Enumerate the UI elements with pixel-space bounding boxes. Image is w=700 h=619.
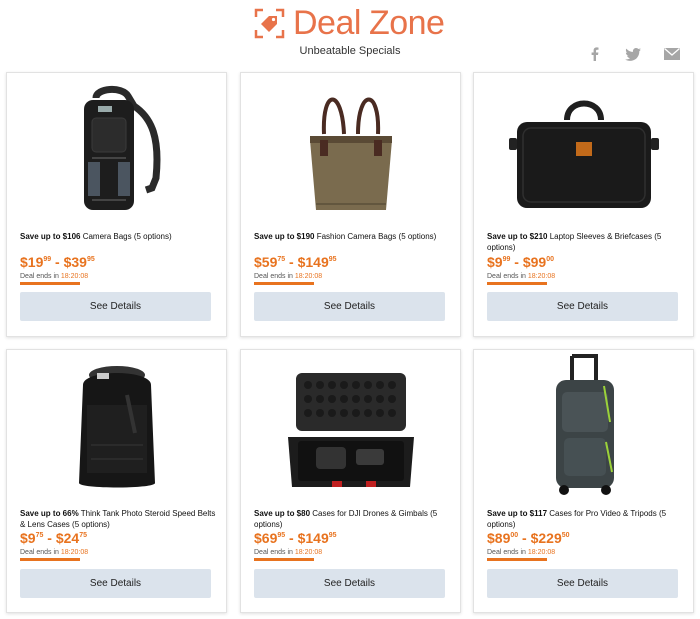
rolling-bag-image[interactable] (474, 350, 693, 500)
deal-savings: Save up to $80 (254, 509, 311, 518)
price-low-cents: 95 (277, 532, 286, 539)
hard-case-image[interactable] (241, 350, 460, 500)
price-low-cents: 00 (510, 532, 519, 539)
deal-title[interactable]: Save up to $117 Cases for Pro Video & Tr… (487, 508, 685, 530)
see-details-button[interactable]: See Details (254, 292, 445, 321)
deal-savings: Save up to 66% (20, 509, 79, 518)
countdown-time: 18:20:08 (60, 549, 89, 556)
camera-bag-image[interactable] (7, 73, 226, 223)
countdown-time: 18:20:08 (60, 273, 89, 280)
deal-countdown: Deal ends in 18:20:08 (487, 273, 555, 280)
countdown-time: 18:20:08 (294, 549, 323, 556)
price-high-cents: 95 (86, 256, 95, 263)
price-separator: - (518, 530, 531, 546)
countdown-label: Deal ends in (254, 549, 295, 556)
header: Deal Zone Unbeatable Specials (0, 0, 700, 70)
see-details-button[interactable]: See Details (487, 569, 678, 598)
price-high: $149 (297, 254, 329, 270)
tote-bag-image[interactable] (241, 73, 460, 223)
deal-card[interactable]: Save up to $190 Fashion Camera Bags (5 o… (240, 72, 461, 337)
deal-title[interactable]: Save up to 66% Think Tank Photo Steroid … (20, 508, 218, 530)
countdown-label: Deal ends in (20, 549, 61, 556)
deal-price: $8900 - $22950 (487, 530, 570, 546)
price-separator: - (51, 254, 64, 270)
see-details-button[interactable]: See Details (20, 292, 211, 321)
deal-savings: Save up to $106 (20, 232, 81, 241)
deal-name: Fashion Camera Bags (5 options) (314, 232, 437, 241)
countdown-time: 18:20:08 (294, 273, 323, 280)
deal-title[interactable]: Save up to $106 Camera Bags (5 options) (20, 231, 218, 242)
price-low: $89 (487, 530, 511, 546)
see-details-button[interactable]: See Details (254, 569, 445, 598)
price-separator: - (285, 254, 298, 270)
price-high-cents: 50 (561, 532, 570, 539)
price-low: $19 (20, 254, 44, 270)
price-high: $24 (55, 530, 80, 546)
price-high-cents: 00 (546, 256, 554, 263)
price-low-cents: 75 (277, 256, 286, 263)
mail-icon[interactable] (664, 46, 680, 62)
countdown-bar (20, 282, 80, 285)
deal-countdown: Deal ends in 18:20:08 (254, 273, 322, 280)
deal-price: $5975 - $14995 (254, 254, 337, 270)
countdown-bar (254, 282, 314, 285)
deal-countdown: Deal ends in 18:20:08 (487, 549, 555, 556)
countdown-label: Deal ends in (487, 273, 528, 280)
price-low: $9 (20, 530, 36, 546)
see-details-button[interactable]: See Details (487, 292, 678, 321)
countdown-label: Deal ends in (254, 273, 295, 280)
deal-title[interactable]: Save up to $80 Cases for DJI Drones & Gi… (254, 508, 452, 530)
price-high: $229 (530, 530, 562, 546)
deal-savings: Save up to $210 (487, 232, 548, 241)
countdown-bar (20, 558, 80, 561)
deal-card[interactable]: Save up to $210 Laptop Sleeves & Briefca… (473, 72, 694, 337)
facebook-icon[interactable] (587, 46, 603, 62)
deal-title[interactable]: Save up to $190 Fashion Camera Bags (5 o… (254, 231, 452, 242)
deal-countdown: Deal ends in 18:20:08 (20, 549, 88, 556)
deal-savings: Save up to $190 (254, 232, 315, 241)
countdown-label: Deal ends in (20, 273, 61, 280)
deal-price: $6995 - $14995 (254, 530, 337, 546)
deal-card[interactable]: Save up to 66% Think Tank Photo Steroid … (6, 349, 227, 613)
deal-price: $999 - $9900 (487, 254, 554, 270)
see-details-button[interactable]: See Details (20, 569, 211, 598)
price-high-cents: 75 (79, 532, 87, 539)
deal-card[interactable]: Save up to $106 Camera Bags (5 options) … (6, 72, 227, 337)
deal-name: Camera Bags (5 options) (80, 232, 172, 241)
price-high: $99 (522, 254, 547, 270)
deal-price: $1999 - $3995 (20, 254, 95, 270)
price-high-cents: 95 (328, 532, 337, 539)
deal-card[interactable]: Save up to $80 Cases for DJI Drones & Gi… (240, 349, 461, 613)
deal-countdown: Deal ends in 18:20:08 (20, 273, 88, 280)
deal-countdown: Deal ends in 18:20:08 (254, 549, 322, 556)
countdown-bar (487, 558, 547, 561)
price-separator: - (510, 254, 523, 270)
price-separator: - (285, 530, 298, 546)
twitter-icon[interactable] (625, 46, 641, 62)
deal-card[interactable]: Save up to $117 Cases for Pro Video & Tr… (473, 349, 694, 613)
logo-word-deal: Deal (293, 4, 361, 42)
price-low: $59 (254, 254, 278, 270)
price-high-cents: 95 (328, 256, 337, 263)
countdown-bar (487, 282, 547, 285)
lens-case-image[interactable] (7, 350, 226, 500)
deal-price: $975 - $2475 (20, 530, 87, 546)
price-low: $9 (487, 254, 503, 270)
price-low-cents: 99 (43, 256, 52, 263)
countdown-time: 18:20:08 (527, 273, 556, 280)
laptop-sleeve-image[interactable] (474, 73, 693, 223)
price-separator: - (43, 530, 56, 546)
logo-word-zone: Zone (368, 4, 445, 42)
logo-text: Deal Zone (293, 4, 445, 42)
price-high: $39 (63, 254, 87, 270)
price-high: $149 (297, 530, 329, 546)
deal-title[interactable]: Save up to $210 Laptop Sleeves & Briefca… (487, 231, 685, 253)
logo[interactable]: Deal Zone (253, 4, 445, 42)
price-low: $69 (254, 530, 278, 546)
deal-savings: Save up to $117 (487, 509, 548, 518)
countdown-label: Deal ends in (487, 549, 528, 556)
countdown-bar (254, 558, 314, 561)
price-tag-icon (253, 7, 286, 40)
countdown-time: 18:20:08 (527, 549, 556, 556)
